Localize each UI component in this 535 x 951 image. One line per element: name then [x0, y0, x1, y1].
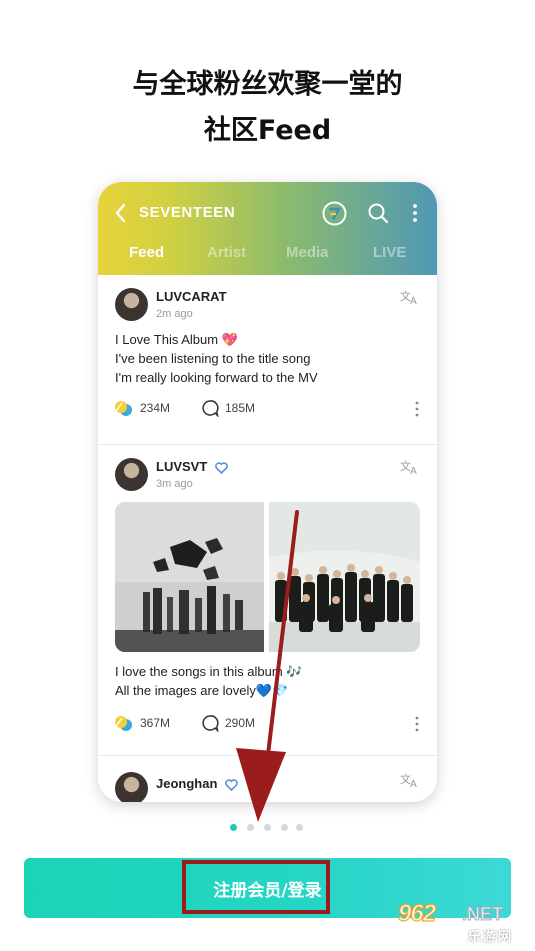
like-reaction-icon — [115, 716, 132, 731]
post-time: 3m ago — [156, 478, 193, 490]
avatar[interactable] — [115, 288, 148, 321]
search-icon[interactable] — [367, 202, 389, 224]
post-text-line: I Love This Album 💖 — [115, 332, 238, 347]
translate-icon[interactable]: 文 A — [400, 772, 420, 788]
watermark-net: .NET — [462, 904, 504, 925]
pagination-dot-active[interactable] — [230, 824, 237, 831]
phone-mockup: SEVENTEEN Feed Artist Media LIVE LUVCARA… — [98, 182, 437, 802]
watermark-site-name: 乐游网 — [468, 930, 514, 945]
pagination-dot[interactable] — [296, 824, 303, 831]
post-more-icon[interactable] — [414, 400, 420, 418]
headline-line-2: 社区Feed — [203, 115, 332, 146]
headline-line-1: 与全球粉丝欢聚一堂的 — [132, 69, 403, 100]
app-title: SEVENTEEN — [139, 204, 236, 221]
like-count: 367M — [140, 716, 171, 730]
app-header: SEVENTEEN Feed Artist Media LIVE — [98, 182, 437, 275]
post-username-text: LUVSVT — [156, 459, 208, 474]
like-count: 234M — [140, 401, 171, 415]
comment-icon — [202, 400, 219, 417]
avatar[interactable] — [115, 772, 148, 802]
tab-live[interactable]: LIVE — [373, 244, 406, 261]
comment-button[interactable]: 185M — [201, 399, 255, 417]
post-username[interactable]: LUVSVT — [156, 459, 228, 474]
verified-heart-icon — [215, 461, 228, 474]
comment-button[interactable]: 290M — [201, 714, 255, 732]
post-text-line: I've been listening to the title song — [115, 351, 311, 366]
svg-text:A: A — [410, 779, 417, 788]
comment-count: 290M — [225, 716, 256, 730]
post-username-text: Jeonghan — [156, 776, 218, 791]
post-username[interactable]: Jeonghan — [156, 776, 238, 791]
post-image-group-photo[interactable] — [269, 502, 420, 652]
site-watermark: 962 .NET 乐游网 — [397, 898, 532, 948]
like-button[interactable]: 234M — [114, 399, 170, 417]
translate-icon[interactable]: 文 A — [400, 289, 420, 305]
svg-text:A: A — [410, 466, 417, 475]
tab-bar: Feed Artist Media LIVE — [98, 244, 437, 266]
comment-icon — [202, 715, 219, 732]
post-image-album-art[interactable] — [115, 502, 264, 652]
pagination-dots — [230, 824, 310, 832]
pagination-dot[interactable] — [264, 824, 271, 831]
feed-post[interactable]: Jeonghan 文 A — [98, 756, 437, 802]
like-reaction-icon — [115, 401, 132, 416]
like-button[interactable]: 367M — [114, 714, 170, 732]
verified-heart-icon — [225, 778, 238, 791]
post-text-line: I love the songs in this album 🎶 — [115, 664, 303, 679]
back-arrow-icon[interactable] — [112, 202, 130, 224]
headline: 与全球粉丝欢聚一堂的 社区Feed — [0, 62, 535, 154]
watermark-number: 962 — [397, 900, 436, 928]
more-vert-icon[interactable] — [411, 203, 419, 223]
post-time: 2m ago — [156, 308, 193, 320]
post-text-line: I'm really looking forward to the MV — [115, 370, 318, 385]
post-text-line: All the images are lovely💙💎 — [115, 683, 289, 698]
post-username[interactable]: LUVCARAT — [156, 289, 227, 304]
tab-artist[interactable]: Artist — [207, 244, 246, 261]
comment-count: 185M — [225, 401, 256, 415]
highlight-box — [182, 860, 330, 914]
brand-logo-icon[interactable] — [322, 201, 347, 226]
post-more-icon[interactable] — [414, 715, 420, 733]
pagination-dot[interactable] — [281, 824, 288, 831]
tab-feed[interactable]: Feed — [129, 244, 164, 261]
pagination-dot[interactable] — [247, 824, 254, 831]
feed-post[interactable]: LUVCARAT 2m ago 文 A I Love This Album 💖 … — [98, 275, 437, 445]
svg-text:A: A — [410, 296, 417, 305]
tab-media[interactable]: Media — [286, 244, 329, 261]
avatar[interactable] — [115, 458, 148, 491]
translate-icon[interactable]: 文 A — [400, 459, 420, 475]
